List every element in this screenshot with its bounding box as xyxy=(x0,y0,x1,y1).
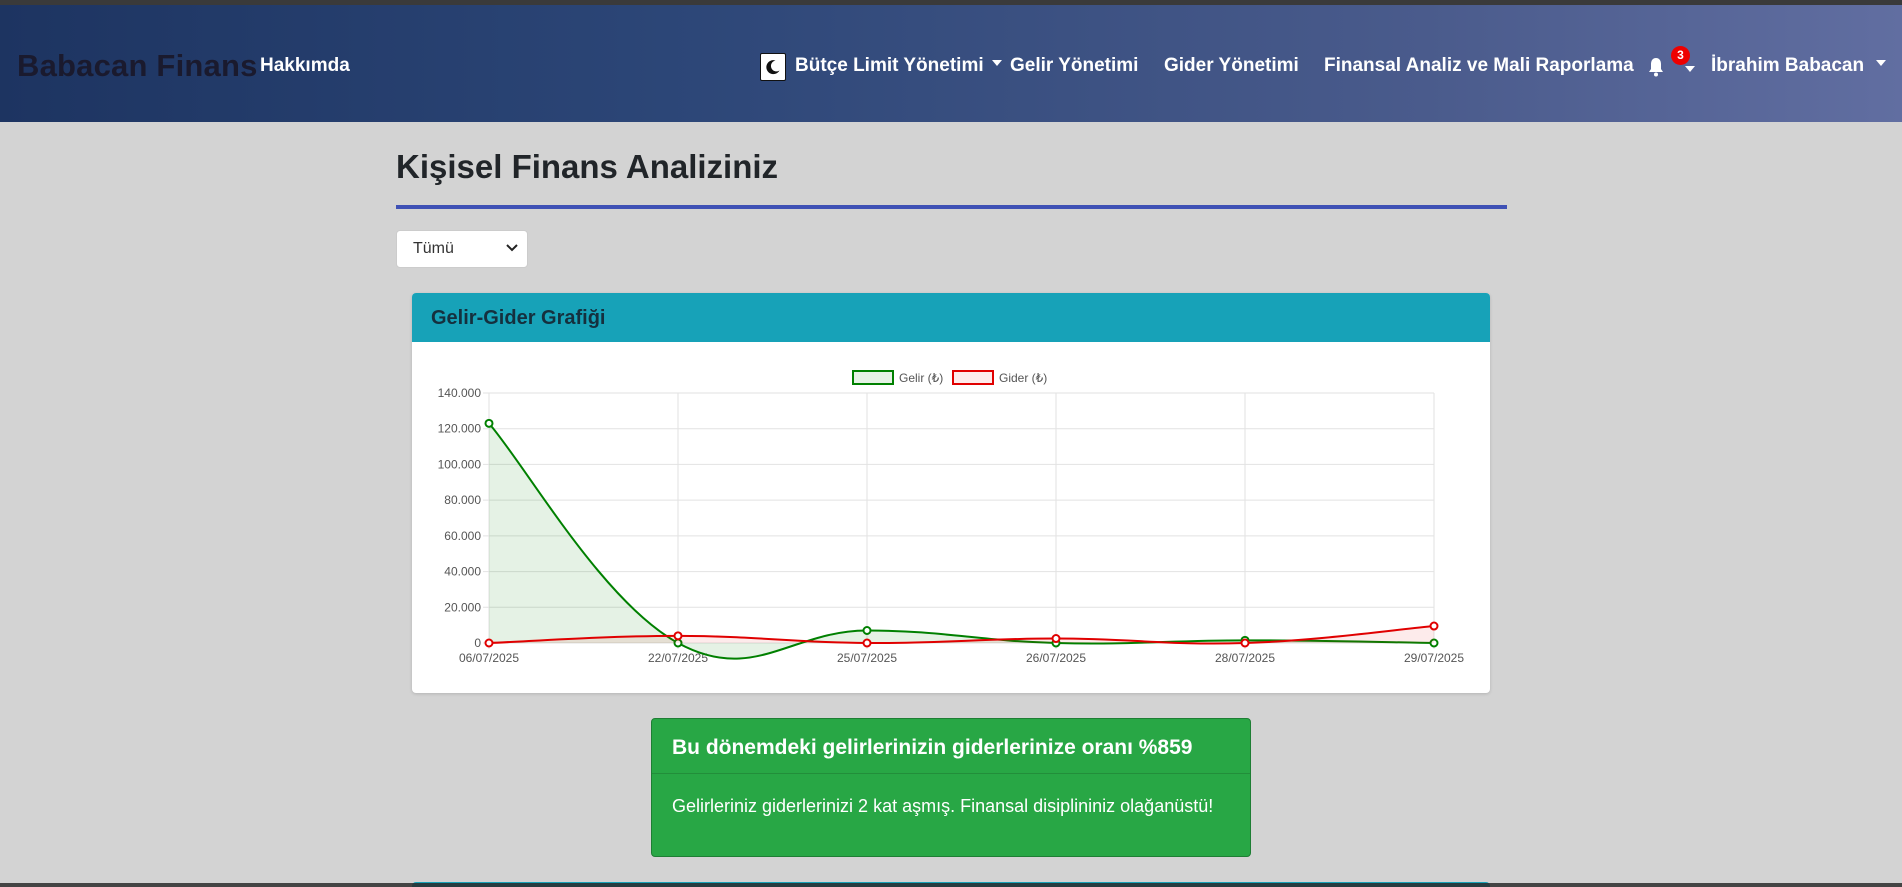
data-point xyxy=(484,418,494,428)
title-divider xyxy=(396,205,1507,209)
chevron-down-icon xyxy=(506,244,518,252)
chart-area: 0 20.000 40.000 60.000 80.000 100.000 120.000 1… xyxy=(412,342,1490,693)
period-select-value: Tümü xyxy=(413,240,454,257)
data-point xyxy=(1240,638,1250,648)
chevron-down-icon xyxy=(1876,59,1887,66)
dark-mode-toggle[interactable] xyxy=(760,53,786,81)
data-point xyxy=(862,626,872,635)
ratio-alert: Bu dönemdeki gelirlerinizin giderleriniz… xyxy=(651,718,1251,857)
legend-swatch xyxy=(852,370,894,385)
y-tick-label: 100.000 xyxy=(438,457,482,471)
y-tick-label: 80.000 xyxy=(444,493,481,507)
notification-count-badge: 3 xyxy=(1671,46,1690,65)
x-tick-label: 29/07/2025 xyxy=(1404,651,1464,665)
y-tick-label: 20.000 xyxy=(444,600,481,614)
chart-card-header: Gelir-Gider Grafiği xyxy=(412,293,1490,342)
nav-budget-dropdown[interactable]: Bütçe Limit Yönetimi xyxy=(795,55,1002,77)
nav-budget-label: Bütçe Limit Yönetimi xyxy=(795,55,984,76)
data-point xyxy=(673,631,683,641)
x-tick-label: 26/07/2025 xyxy=(1026,651,1086,665)
user-menu-dropdown[interactable]: İbrahim Babacan xyxy=(1711,55,1887,77)
period-select[interactable]: Tümü xyxy=(396,230,528,268)
data-point xyxy=(1051,634,1061,644)
nav-income-link[interactable]: Gelir Yönetimi xyxy=(1010,55,1138,77)
legend-swatch xyxy=(952,370,994,385)
income-expense-line-chart: 0 20.000 40.000 60.000 80.000 100.000 120.000 1… xyxy=(438,370,1464,665)
moon-icon xyxy=(766,60,780,75)
top-navbar: Babacan Finans Hakkımda Bütçe Limit Yöne… xyxy=(0,5,1902,122)
data-point xyxy=(862,638,872,648)
window-bottom-strip xyxy=(0,883,1902,887)
brand-logo[interactable]: Babacan Finans xyxy=(17,48,258,84)
nav-about-link[interactable]: Hakkımda xyxy=(260,55,350,77)
user-name: İbrahim Babacan xyxy=(1711,55,1865,76)
notifications-button[interactable] xyxy=(1647,57,1665,82)
income-expense-chart-card: Gelir-Gider Grafiği 0 20.000 40.000 60.000 8… xyxy=(412,293,1490,693)
data-point xyxy=(484,638,494,648)
legend-label: Gelir (₺) xyxy=(899,371,943,385)
y-tick-label: 0 xyxy=(474,636,481,650)
legend-label: Gider (₺) xyxy=(999,371,1047,385)
chevron-down-icon xyxy=(991,59,1002,66)
y-tick-label: 40.000 xyxy=(444,565,481,579)
ratio-alert-message: Gelirleriniz giderlerinizi 2 kat aşmış. … xyxy=(672,796,1214,816)
page-title: Kişisel Finans Analiziniz xyxy=(396,148,779,185)
ratio-alert-heading: Bu dönemdeki gelirlerinizin giderleriniz… xyxy=(652,719,1250,774)
y-tick-label: 120.000 xyxy=(438,422,482,436)
nav-expense-link[interactable]: Gider Yönetimi xyxy=(1164,55,1299,77)
bell-icon xyxy=(1649,58,1663,77)
chevron-down-icon[interactable] xyxy=(1685,66,1695,72)
x-tick-label: 28/07/2025 xyxy=(1215,651,1275,665)
data-point xyxy=(1429,621,1439,631)
x-tick-label: 06/07/2025 xyxy=(459,651,519,665)
x-tick-label: 25/07/2025 xyxy=(837,651,897,665)
nav-analysis-link[interactable]: Finansal Analiz ve Mali Raporlama xyxy=(1324,55,1634,77)
series-area-fill xyxy=(489,423,1434,659)
y-tick-label: 60.000 xyxy=(444,529,481,543)
y-tick-label: 140.000 xyxy=(438,386,482,400)
